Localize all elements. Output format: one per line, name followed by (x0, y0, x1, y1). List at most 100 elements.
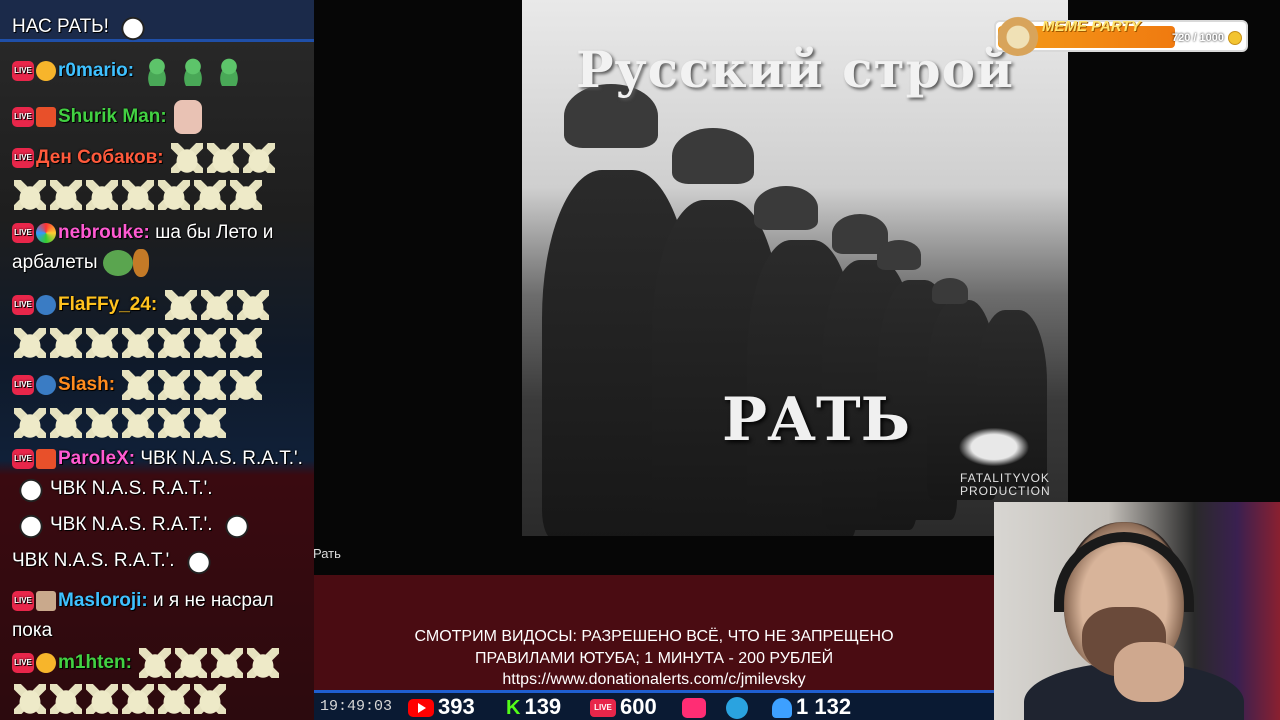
chat-nick[interactable]: FlaFFy_24: (58, 294, 157, 315)
chat-text: ЧВК N.A.S. R.A.T.'. (12, 550, 175, 572)
cat-emote-icon (158, 328, 190, 358)
cat-emote-icon (200, 290, 233, 320)
cool-frog-emote-icon (102, 249, 133, 276)
cat-emote-icon (50, 408, 82, 438)
cat-emote-icon (122, 408, 154, 438)
youtube-count: 393 (438, 694, 475, 719)
chat-text: ЧВК N.A.S. R.A.T.'. (50, 514, 213, 536)
chat-message: LIVE Slash: (12, 370, 308, 400)
chat-nick[interactable]: nebrouke: (58, 222, 150, 243)
headphones-icon (1054, 532, 1194, 612)
violin-emote-icon (132, 248, 149, 277)
cat-emote-icon (14, 328, 46, 358)
helmet-shape (877, 240, 921, 270)
chat-message-continuation: ЧВК N.A.S. R.A.T.'. (12, 510, 308, 540)
live-badge-icon: LIVE (12, 148, 34, 168)
meme-party-label: MEME PARTY (1042, 18, 1141, 35)
kick-icon: K (506, 696, 521, 719)
doge-icon (996, 14, 1040, 56)
cat-emote-icon (206, 143, 239, 173)
clown-emote-icon (219, 510, 254, 540)
live-badge-icon: LIVE (12, 222, 34, 243)
chat-nick[interactable]: Shurik Man: (58, 106, 167, 127)
live-count: 600 (620, 694, 657, 719)
production-credit: FATALITYVOK PRODUCTION (960, 471, 1051, 498)
meme-party-count: 720 / 1000 (1172, 32, 1224, 44)
banner-line-2: ПРАВИЛАМИ ЮТУБА; 1 МИНУТА - 200 РУБЛЕЙ (474, 650, 834, 667)
helmet-shape (932, 278, 968, 304)
cat-emote-icon (86, 684, 118, 714)
chat-nick[interactable]: r0mario: (58, 60, 134, 81)
cat-emote-icon (194, 370, 227, 400)
cat-emote-icon (86, 180, 118, 210)
cat-emote-icon (194, 408, 226, 438)
frog-emote-icon (141, 56, 174, 86)
live-icon: LIVE (590, 699, 616, 718)
chat-message-header: НАС РАТЬ! (12, 12, 308, 42)
donation-link[interactable]: https://www.donationalerts.com/c/jmilevs… (314, 671, 994, 689)
user-icon (772, 698, 792, 719)
cat-emote-icon (14, 180, 46, 210)
frog-emote-icon (177, 56, 210, 86)
clown-emote-icon (14, 474, 48, 504)
kick-count: 139 (524, 694, 562, 719)
cat-emote-icon (14, 684, 46, 714)
chat-header-text: НАС РАТЬ! (12, 16, 109, 38)
chat-message: LIVE Shurik Man: (12, 100, 308, 134)
cat-emote-icon (158, 180, 190, 210)
chat-message: LIVE FlaFFy_24: (12, 290, 308, 320)
streamer-hand (1114, 642, 1184, 702)
cat-emote-icon (50, 684, 82, 714)
chat-text: ЧВК N.A.S. R.A.T.'. (140, 448, 303, 469)
youtube-icon (408, 699, 434, 718)
cat-emote-icon (164, 290, 197, 320)
user-badge-icon (36, 375, 56, 395)
chat-message: LIVE m1hten: (12, 648, 308, 678)
cat-emote-icon (86, 328, 118, 358)
live-badge-icon: LIVE (12, 653, 34, 673)
user-badge-icon (36, 61, 56, 81)
cat-emote-icon (50, 328, 82, 358)
cat-emote-icon (236, 290, 269, 320)
status-bar: 19:49:03 393 K 139 LIVE 600 1 132 (314, 690, 994, 720)
chat-message-continuation (12, 408, 308, 438)
clown-emote-icon (116, 12, 151, 42)
cat-emote-icon (194, 684, 226, 714)
meme-party-widget: MEME PARTY 720 / 1000 (994, 14, 1248, 56)
vk-play-link (682, 694, 710, 720)
chat-message-continuation (12, 180, 308, 210)
vk-play-icon (682, 698, 706, 719)
live-badge-icon: LIVE (12, 107, 34, 127)
cat-emote-icon (211, 648, 244, 678)
video-title: Русский строй (576, 40, 1014, 99)
chat-message: LIVE Ден Собаков: (12, 143, 308, 173)
stream-overlay: НАС РАТЬ! LIVE r0mario: LIVE Shurik Man: L… (0, 0, 1280, 720)
fist-emote-icon (174, 100, 203, 134)
chat-nick[interactable]: Slash: (58, 374, 115, 395)
video-label: Рать (313, 546, 341, 561)
chat-message-continuation: ЧВК N.A.S. R.A.T.'. (12, 546, 308, 576)
cat-emote-icon (194, 328, 226, 358)
chat-text: ЧВК N.A.S. R.A.T.'. (50, 478, 213, 500)
chat-nick[interactable]: ParoleX: (58, 448, 135, 469)
cat-emote-icon (158, 370, 191, 400)
chat-message-continuation (12, 328, 308, 358)
chat-panel[interactable]: НАС РАТЬ! LIVE r0mario: LIVE Shurik Man: L… (0, 0, 314, 720)
cat-emote-icon (175, 648, 208, 678)
webcam-feed (994, 502, 1280, 720)
cat-emote-icon (158, 408, 190, 438)
video-player[interactable]: Русский строй РАТЬ FATALITYVOK PRODUCTIO… (522, 0, 1068, 536)
youtube-viewers: 393 (408, 694, 475, 720)
cat-emote-icon (122, 180, 154, 210)
cat-emote-icon (170, 143, 203, 173)
chat-nick[interactable]: Ден Собаков: (36, 147, 164, 168)
cat-emote-icon (230, 180, 262, 210)
cat-emote-icon (194, 180, 226, 210)
chat-nick[interactable]: Masloroji: (58, 590, 148, 611)
chat-nick[interactable]: m1hten: (58, 652, 132, 673)
chat-message: LIVE Masloroji: и я не насрал пока (12, 586, 308, 646)
banner-line-1: СМОТРИМ ВИДОСЫ: РАЗРЕШЕНО ВСЁ, ЧТО НЕ ЗА… (414, 628, 894, 645)
clown-emote-icon (14, 510, 48, 540)
live-viewers: LIVE 600 (590, 694, 657, 720)
kick-viewers: K 139 (506, 694, 561, 720)
